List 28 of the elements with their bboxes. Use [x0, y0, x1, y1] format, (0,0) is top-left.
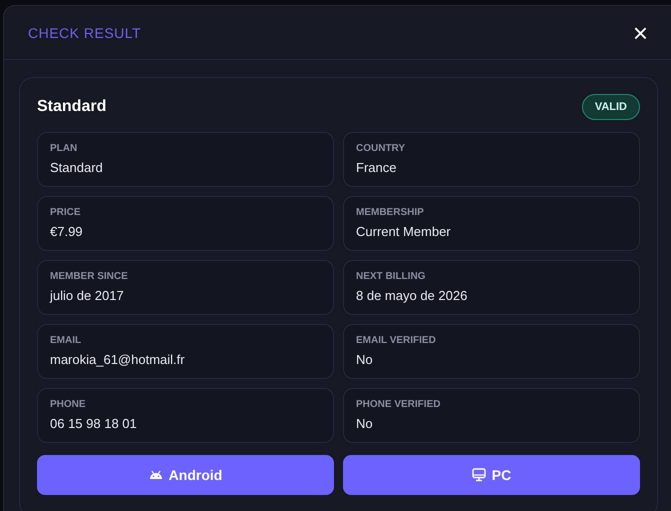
field-value: marokia_61@hotmail.fr: [50, 352, 186, 367]
field-value: €7.99: [50, 224, 84, 239]
field-label: COUNTRY: [356, 143, 406, 154]
field-label: MEMBERSHIP: [356, 207, 425, 218]
field-value: No: [356, 416, 374, 431]
field-value: 06 15 98 18 01: [50, 416, 138, 431]
field-value: France: [356, 160, 398, 175]
field-value: Current Member: [356, 224, 452, 239]
field-label: PRICE: [50, 207, 82, 218]
field-label: PLAN: [50, 143, 78, 154]
dialog-title: CHECK RESULT: [28, 24, 142, 40]
field-value: No: [356, 352, 374, 367]
monitor-icon: [472, 468, 486, 482]
field-label: MEMBER SINCE: [50, 271, 129, 282]
field-value: julio de 2017: [50, 288, 125, 303]
field-label: EMAIL VERIFIED: [356, 335, 437, 346]
download-button[interactable]: PC: [343, 455, 640, 495]
field-value: Standard: [50, 160, 104, 175]
close-button[interactable]: ×: [628, 20, 652, 46]
status-badge: VALID: [582, 94, 640, 120]
card-title: Standard: [37, 98, 106, 116]
field-label: PHONE: [50, 399, 87, 410]
download-button[interactable]: Android: [37, 455, 334, 495]
field-value: 8 de mayo de 2026: [356, 288, 468, 303]
field-label: PHONE VERIFIED: [356, 399, 442, 410]
field-label: EMAIL: [50, 335, 82, 346]
android-icon: [148, 470, 163, 480]
field-label: NEXT BILLING: [356, 271, 426, 282]
